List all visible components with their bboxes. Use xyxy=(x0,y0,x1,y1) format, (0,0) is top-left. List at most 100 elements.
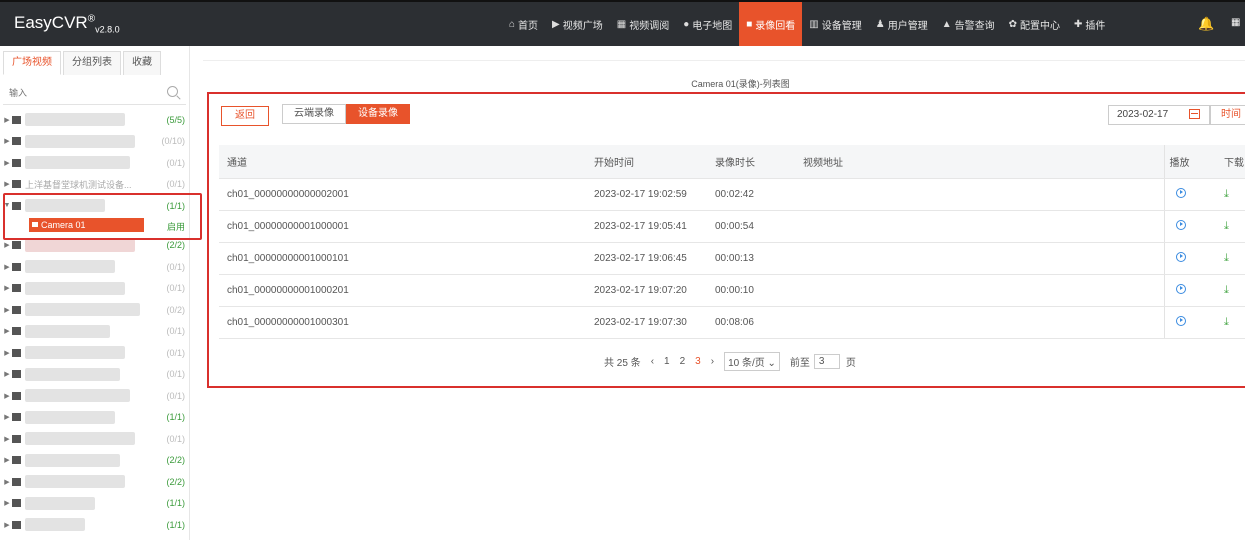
device-icon xyxy=(12,520,21,529)
device-icon xyxy=(12,391,21,400)
col-duration: 录像时长 xyxy=(707,145,795,179)
more-menu-icon[interactable]: ▦ xyxy=(1231,17,1240,28)
redacted-name xyxy=(25,238,135,252)
search-icon[interactable] xyxy=(167,86,178,97)
page-2[interactable]: 2 xyxy=(680,356,686,367)
tree-node[interactable]: ▶ (0/2) xyxy=(0,299,189,321)
play-icon[interactable] xyxy=(1175,187,1186,198)
tree-node[interactable]: ▶ 上洋基督堂球机测试设备... (0/1) xyxy=(0,174,189,196)
download-icon[interactable]: ⤓ xyxy=(1224,284,1229,296)
total-count: 共 25 条 xyxy=(604,358,641,369)
bell-icon[interactable]: 🔔 xyxy=(1198,16,1214,32)
main-nav: ⌂ 首页 ▶ 视频广场 ▦ 视频调阅 ● 电子地图 ■ 录像回看 ▥ 设备管理 ♟ 用户管理 … xyxy=(502,2,1112,46)
tree-node[interactable]: ▶ (2/2) xyxy=(0,450,189,472)
play-icon[interactable] xyxy=(1175,315,1186,326)
tree-node[interactable]: ▶ (1/1) xyxy=(0,514,189,536)
tree-node[interactable]: ▶ (0/1) xyxy=(0,256,189,278)
caret-right-icon[interactable]: ▶ xyxy=(2,116,12,124)
tree-node[interactable]: ▶ (0/1) xyxy=(0,321,189,343)
page-size-select[interactable]: 10 条/页 ⌄ xyxy=(724,352,780,371)
tree-node[interactable]: ▶ (2/2) xyxy=(0,471,189,493)
tab-group-list[interactable]: 分组列表 xyxy=(63,51,121,75)
col-play: 播放 xyxy=(1163,145,1212,179)
nav-config[interactable]: ✿ 配置中心 xyxy=(1002,2,1067,46)
tab-favorites[interactable]: 收藏 xyxy=(123,51,161,75)
download-icon[interactable]: ⤓ xyxy=(1224,188,1229,200)
device-icon xyxy=(12,477,21,486)
table-header: 通道 开始时间 录像时长 视频地址 播放 下载 xyxy=(219,145,1245,179)
redacted-name xyxy=(25,389,130,403)
tree-node[interactable]: ▶ (0/1) xyxy=(0,428,189,450)
download-icon[interactable]: ⤓ xyxy=(1224,316,1229,328)
caret-right-icon[interactable]: ▶ xyxy=(2,370,12,378)
nav-map[interactable]: ● 电子地图 xyxy=(676,2,739,46)
caret-right-icon[interactable]: ▶ xyxy=(2,499,12,507)
redacted-name xyxy=(25,260,115,274)
caret-right-icon[interactable]: ▶ xyxy=(2,456,12,464)
download-icon[interactable]: ⤓ xyxy=(1224,252,1229,264)
tree-node[interactable]: ▶ (0/1) xyxy=(0,385,189,407)
calendar-icon[interactable] xyxy=(1189,109,1200,119)
tree-node[interactable]: ▶ (0/10) xyxy=(0,131,189,153)
play-icon[interactable] xyxy=(1175,251,1186,262)
caret-right-icon[interactable]: ▶ xyxy=(2,306,12,314)
caret-right-icon[interactable]: ▶ xyxy=(2,284,12,292)
prev-page-button[interactable]: ‹ xyxy=(651,356,654,367)
tree-node[interactable]: ▶ (0/1) xyxy=(0,342,189,364)
col-download: 下载 xyxy=(1212,145,1245,179)
caret-right-icon[interactable]: ▶ xyxy=(2,180,12,188)
tree-node[interactable]: ▶ (1/1) xyxy=(0,407,189,429)
tab-square-video[interactable]: 广场视频 xyxy=(3,51,61,75)
device-icon xyxy=(12,456,21,465)
redacted-name xyxy=(25,518,85,532)
back-button[interactable]: 返回 xyxy=(221,106,269,126)
camera-status: 启用 xyxy=(166,221,185,232)
redacted-name xyxy=(25,199,105,213)
caret-right-icon[interactable]: ▶ xyxy=(2,263,12,271)
caret-right-icon[interactable]: ▶ xyxy=(2,435,12,443)
nav-device-manage[interactable]: ▥ 设备管理 xyxy=(802,2,868,46)
play-icon[interactable] xyxy=(1175,283,1186,294)
page-3-current[interactable]: 3 xyxy=(695,356,701,367)
time-button[interactable]: 时间 xyxy=(1210,105,1245,125)
user-icon: ♟ xyxy=(875,18,885,30)
tree-search-input[interactable] xyxy=(3,83,153,103)
caret-right-icon[interactable]: ▶ xyxy=(2,137,12,145)
tree-node[interactable]: ▶ (0/1) xyxy=(0,152,189,174)
next-page-button[interactable]: › xyxy=(711,356,714,367)
nav-user-manage[interactable]: ♟ 用户管理 xyxy=(869,2,935,46)
caret-right-icon[interactable]: ▶ xyxy=(2,392,12,400)
caret-right-icon[interactable]: ▶ xyxy=(2,521,12,529)
nav-home[interactable]: ⌂ 首页 xyxy=(502,2,545,46)
tree-node[interactable]: ▶ (2/2) xyxy=(0,235,189,257)
caret-right-icon[interactable]: ▶ xyxy=(2,478,12,486)
page-jump-input[interactable]: 3 xyxy=(813,354,840,369)
map-pin-icon: ● xyxy=(683,18,690,30)
play-circle-icon: ▶ xyxy=(552,18,560,30)
caret-down-icon[interactable]: ▼ xyxy=(2,202,12,209)
caret-right-icon[interactable]: ▶ xyxy=(2,349,12,357)
play-icon[interactable] xyxy=(1175,219,1186,230)
caret-right-icon[interactable]: ▶ xyxy=(2,241,12,249)
nav-video-square[interactable]: ▶ 视频广场 xyxy=(545,2,610,46)
caret-right-icon[interactable]: ▶ xyxy=(2,413,12,421)
cloud-record-button[interactable]: 云端录像 xyxy=(282,104,346,124)
nav-video-view[interactable]: ▦ 视频调阅 xyxy=(610,2,676,46)
nav-plugin[interactable]: ✚ 插件 xyxy=(1067,2,1112,46)
device-record-button[interactable]: 设备录像 xyxy=(346,104,410,124)
app-logo[interactable]: EasyCVR®v2.8.0 xyxy=(14,13,164,34)
caret-right-icon[interactable]: ▶ xyxy=(2,327,12,335)
record-panel: 返回 云端录像 设备录像 2023-02-17 时间 通道 开始时间 录像时长 … xyxy=(207,92,1245,388)
download-icon[interactable]: ⤓ xyxy=(1224,220,1229,232)
tree-node[interactable]: ▶ (1/1) xyxy=(0,493,189,515)
tree-node[interactable]: ▶ (0/1) xyxy=(0,278,189,300)
nav-playback[interactable]: ■ 录像回看 xyxy=(739,2,803,46)
tree-node[interactable]: ▶ (0/1) xyxy=(0,364,189,386)
caret-right-icon[interactable]: ▶ xyxy=(2,159,12,167)
tree-node-expanded[interactable]: ▼ (1/1) xyxy=(0,195,189,217)
nav-alarm[interactable]: ▲ 告警查询 xyxy=(935,2,1002,46)
tree-node[interactable]: ▶ (5/5) xyxy=(0,109,189,131)
left-panel: 广场视频 分组列表 收藏 ▶(5/5) ▶(0/10) ▶(0/1) ▶上洋基督… xyxy=(0,46,190,540)
camera-item-selected[interactable]: Camera 01 xyxy=(29,217,144,232)
page-1[interactable]: 1 xyxy=(664,356,670,367)
